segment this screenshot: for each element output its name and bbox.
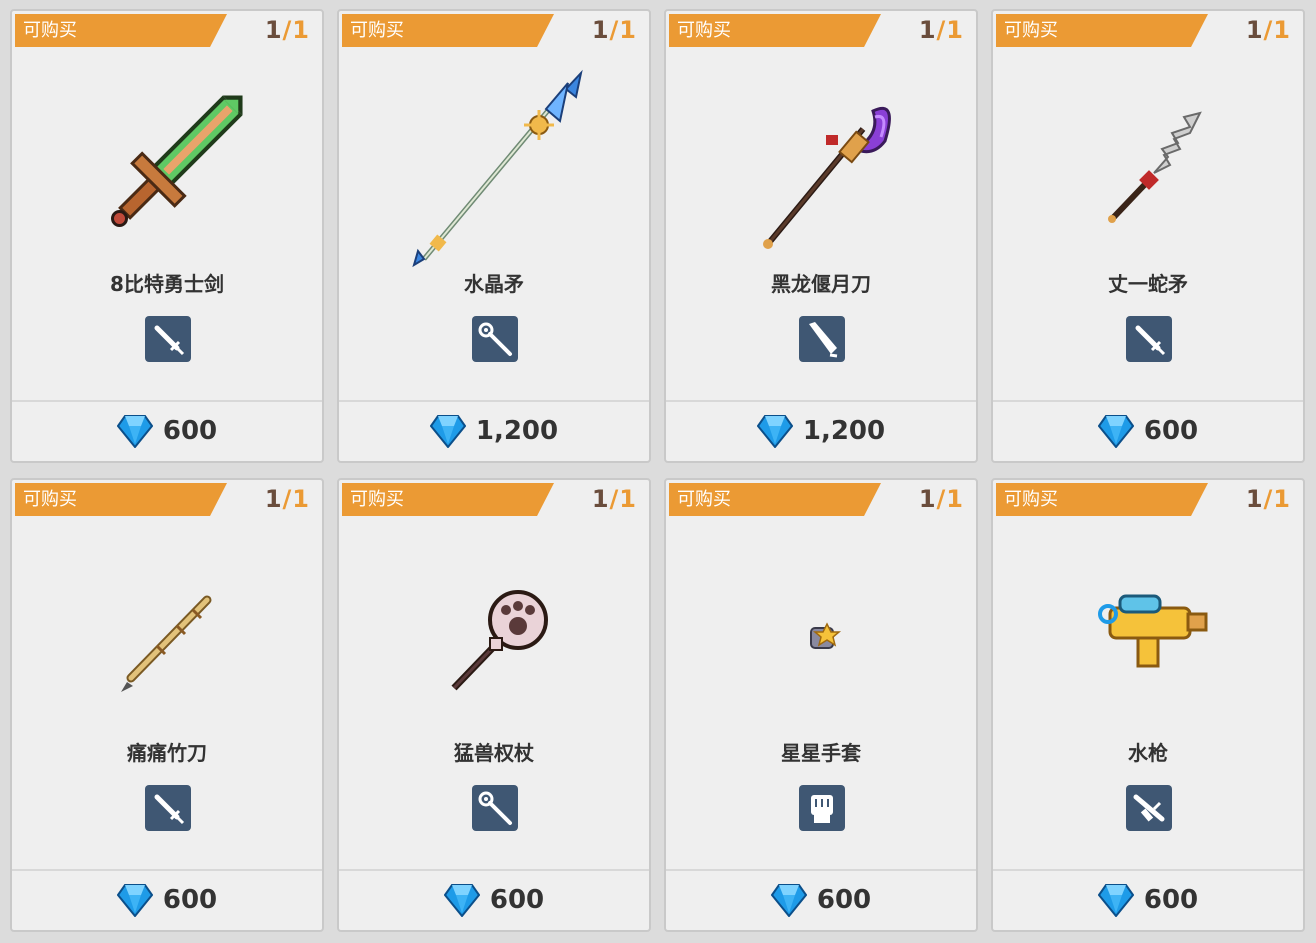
purple-glaive-icon (763, 106, 891, 249)
item-name: 星星手套 (781, 741, 861, 765)
purchasable-tag: 可购买 (996, 483, 1208, 516)
purchasable-tag: 可购买 (342, 483, 554, 516)
staff-type-icon (472, 785, 518, 831)
price-amount: 600 (1143, 416, 1199, 446)
card-divider (993, 400, 1303, 402)
stock-counter: 1/1 (1245, 16, 1291, 44)
shop-grid: 可购买 1/1 8比特勇士剑 600 可购买 1/1 水晶矛 1,200 可购买… (0, 0, 1316, 943)
purchasable-tag: 可购买 (669, 483, 881, 516)
price-amount: 600 (816, 885, 872, 915)
price-amount: 600 (1143, 885, 1199, 915)
stock-counter: 1/1 (264, 16, 310, 44)
sword-type-icon (145, 316, 191, 362)
price-amount: 1,200 (475, 416, 559, 446)
item-name: 8比特勇士剑 (110, 272, 224, 296)
shop-item-card[interactable]: 可购买 1/1 丈一蛇矛 600 (991, 9, 1305, 463)
price-amount: 1,200 (802, 416, 886, 446)
stock-counter: 1/1 (591, 485, 637, 513)
price-row: 1,200 (339, 403, 649, 459)
price-row: 600 (993, 403, 1303, 459)
shop-item-card[interactable]: 可购买 1/1 星星手套 600 (664, 478, 978, 932)
paw-scepter-icon (451, 590, 548, 691)
stock-counter: 1/1 (1245, 485, 1291, 513)
star-glove-icon (810, 622, 842, 649)
shop-item-card[interactable]: 可购买 1/1 猛兽权杖 600 (337, 478, 651, 932)
blue-gem-icon (1097, 884, 1134, 917)
card-divider (339, 869, 649, 871)
blue-gem-icon (443, 884, 480, 917)
card-divider (993, 869, 1303, 871)
price-row: 1,200 (666, 403, 976, 459)
stock-counter: 1/1 (591, 16, 637, 44)
card-divider (666, 400, 976, 402)
price-amount: 600 (489, 885, 545, 915)
water-gun-icon (1098, 594, 1208, 668)
stock-counter: 1/1 (918, 485, 964, 513)
purchasable-tag: 可购买 (15, 483, 227, 516)
blade-type-icon (799, 316, 845, 362)
blue-gem-icon (1097, 415, 1134, 448)
sword-type-icon (145, 785, 191, 831)
blue-gem-icon (116, 415, 153, 448)
sword-type-icon (1126, 316, 1172, 362)
blue-gem-icon (770, 884, 807, 917)
shop-item-card[interactable]: 可购买 1/1 水枪 600 (991, 478, 1305, 932)
item-name: 黑龙偃月刀 (771, 272, 871, 296)
purchasable-tag: 可购买 (342, 14, 554, 47)
shop-item-card[interactable]: 可购买 1/1 痛痛竹刀 600 (10, 478, 324, 932)
gun-type-icon (1126, 785, 1172, 831)
fist-type-icon (799, 785, 845, 831)
price-row: 600 (339, 872, 649, 928)
stock-counter: 1/1 (918, 16, 964, 44)
card-divider (12, 869, 322, 871)
price-row: 600 (12, 403, 322, 459)
shop-item-card[interactable]: 可购买 1/1 8比特勇士剑 600 (10, 9, 324, 463)
green-pixel-sword-icon (111, 95, 243, 227)
stock-counter: 1/1 (264, 485, 310, 513)
item-name: 猛兽权杖 (454, 741, 534, 765)
item-name: 丈一蛇矛 (1108, 272, 1188, 296)
price-amount: 600 (162, 885, 218, 915)
price-row: 600 (666, 872, 976, 928)
card-divider (339, 400, 649, 402)
card-divider (12, 400, 322, 402)
blue-gem-icon (756, 415, 793, 448)
item-name: 水枪 (1128, 741, 1168, 765)
shop-item-card[interactable]: 可购买 1/1 水晶矛 1,200 (337, 9, 651, 463)
shop-item-card[interactable]: 可购买 1/1 黑龙偃月刀 1,200 (664, 9, 978, 463)
serpent-spear-icon (1108, 111, 1202, 223)
price-row: 600 (12, 872, 322, 928)
card-divider (666, 869, 976, 871)
item-name: 痛痛竹刀 (127, 741, 207, 765)
purchasable-tag: 可购买 (15, 14, 227, 47)
blue-gem-icon (116, 884, 153, 917)
crystal-spear-icon (412, 69, 583, 268)
item-name: 水晶矛 (464, 272, 524, 296)
bamboo-sword-icon (121, 595, 212, 692)
blue-gem-icon (429, 415, 466, 448)
staff-type-icon (472, 316, 518, 362)
purchasable-tag: 可购买 (669, 14, 881, 47)
purchasable-tag: 可购买 (996, 14, 1208, 47)
price-row: 600 (993, 872, 1303, 928)
price-amount: 600 (162, 416, 218, 446)
